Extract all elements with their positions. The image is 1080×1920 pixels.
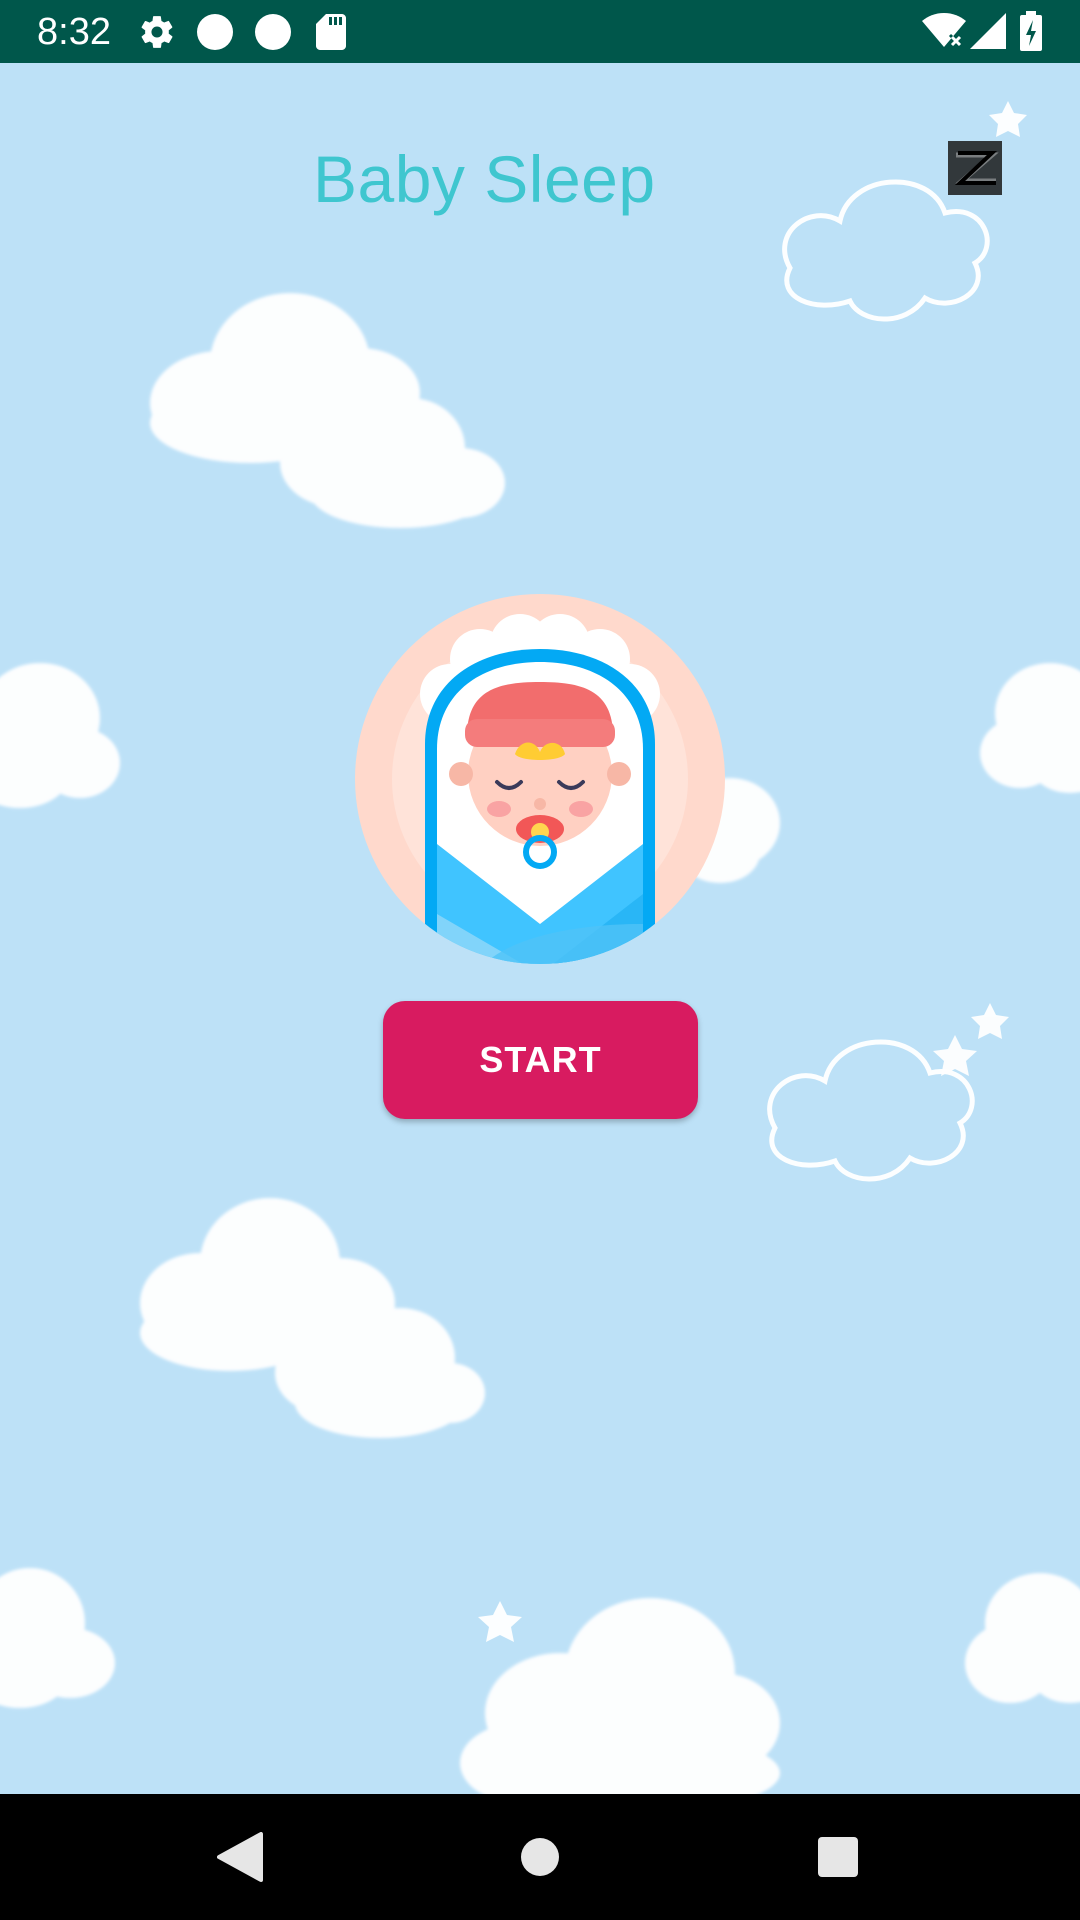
- sleep-zzz-icon[interactable]: [948, 141, 1002, 195]
- battery-charging-icon: [1020, 11, 1042, 51]
- notification-dot-icon: [197, 14, 233, 50]
- wifi-icon: [922, 13, 966, 47]
- signal-icon: [970, 13, 1006, 49]
- status-bar: 8:32: [0, 0, 1080, 63]
- home-icon[interactable]: [513, 1830, 567, 1884]
- app-title: Baby Sleep: [313, 142, 656, 216]
- navigation-bar: [0, 1794, 1080, 1920]
- start-button[interactable]: START: [383, 1001, 698, 1119]
- notification-dot-icon: [255, 14, 291, 50]
- sleeping-baby-illustration: [355, 594, 725, 964]
- status-time: 8:32: [37, 11, 111, 53]
- main-screen: Baby Sleep START: [0, 63, 1080, 1794]
- recents-icon[interactable]: [811, 1830, 865, 1884]
- back-icon[interactable]: [213, 1830, 267, 1884]
- sd-card-icon: [316, 14, 346, 50]
- settings-icon: [141, 16, 173, 48]
